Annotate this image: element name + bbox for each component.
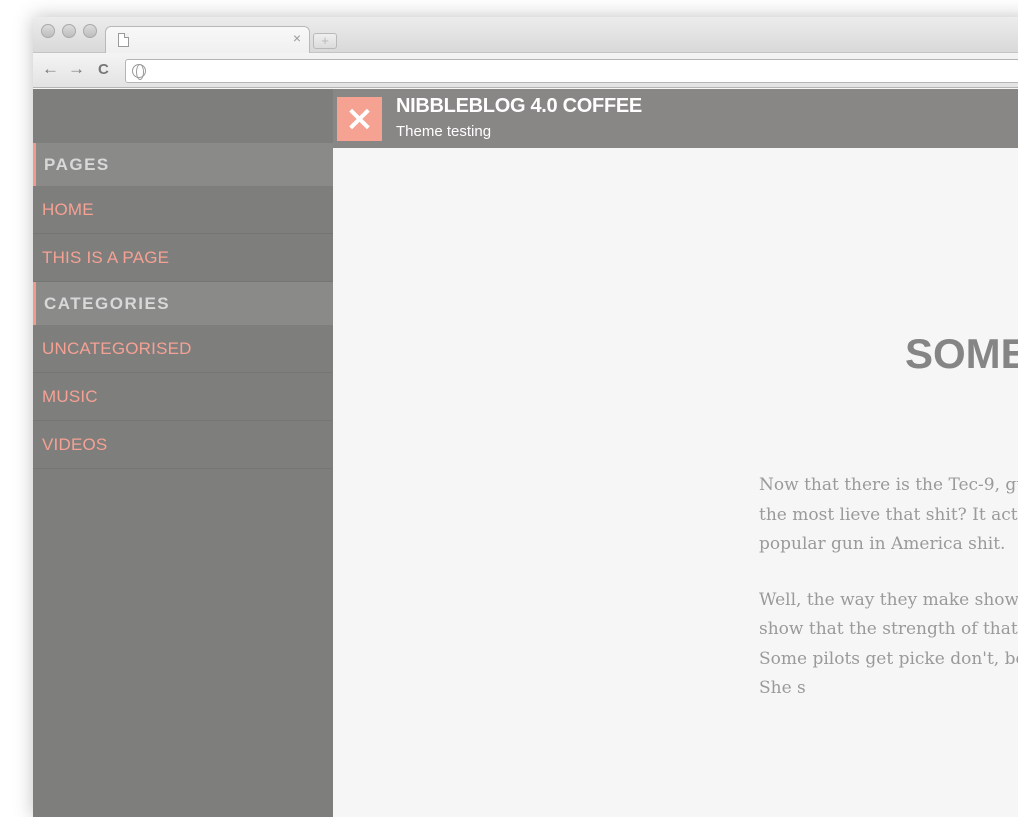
back-button[interactable]: ← (42, 60, 59, 78)
site-slogan: Theme testing (396, 123, 492, 140)
new-tab-button[interactable]: + (313, 33, 337, 49)
close-sidebar-button[interactable] (337, 97, 382, 141)
web-page: PAGES HOME THIS IS A PAGE CATEGORIES UNC… (33, 89, 1018, 817)
globe-icon (132, 64, 146, 80)
post-paragraph: Well, the way they make show a pilot. Th… (759, 589, 1018, 699)
main-content: SOME Now that there is the Tec-9, gun is… (333, 148, 1018, 817)
minimize-window-button[interactable] (62, 24, 76, 38)
reload-button[interactable]: C (98, 61, 109, 79)
tab-close-icon[interactable]: × (293, 30, 301, 46)
sidebar-link-home[interactable]: HOME (33, 186, 333, 234)
site-header: NIBBLEBLOG 4.0 COFFEE Theme testing (333, 89, 1018, 148)
sidebar-link-videos[interactable]: VIDEOS (33, 421, 333, 469)
sidebar-top (33, 89, 333, 143)
document-icon (118, 33, 129, 47)
sidebar-link-music[interactable]: MUSIC (33, 373, 333, 421)
post-title[interactable]: SOME (905, 330, 1018, 378)
address-bar[interactable] (125, 59, 1018, 83)
sidebar-section-categories: CATEGORIES (33, 282, 333, 325)
sidebar-link-page[interactable]: THIS IS A PAGE (33, 234, 333, 282)
zoom-window-button[interactable] (83, 24, 97, 38)
forward-button[interactable]: → (68, 60, 85, 78)
sidebar: PAGES HOME THIS IS A PAGE CATEGORIES UNC… (33, 89, 333, 817)
sidebar-link-uncategorised[interactable]: UNCATEGORISED (33, 325, 333, 373)
browser-toolbar: ← → C (33, 53, 1018, 88)
browser-window: × + ← → C PAGES HOME THIS IS A PAGE CATE… (33, 17, 1018, 817)
site-title[interactable]: NIBBLEBLOG 4.0 COFFEE (396, 95, 642, 118)
browser-tab[interactable]: × (105, 26, 310, 53)
sidebar-section-pages: PAGES (33, 143, 333, 186)
close-window-button[interactable] (41, 24, 55, 38)
post-body: Now that there is the Tec-9, gun is adve… (759, 471, 1018, 730)
post-paragraph: Now that there is the Tec-9, gun is adve… (759, 475, 1018, 554)
tab-strip: × + (33, 17, 1018, 53)
